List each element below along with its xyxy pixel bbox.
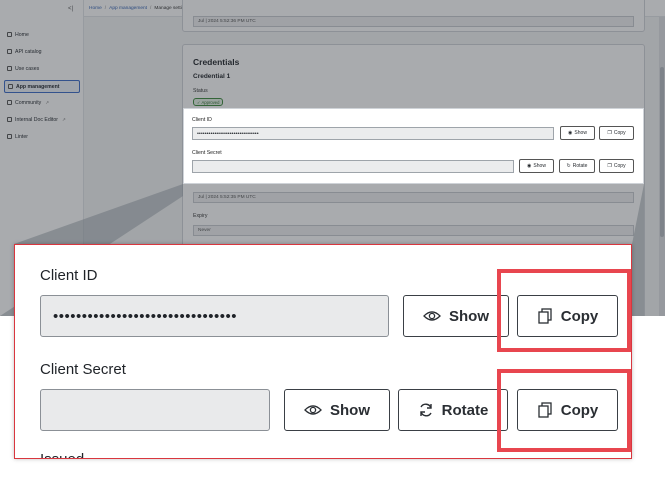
rotate-icon xyxy=(419,403,432,417)
client-secret-show-button[interactable]: Show xyxy=(284,389,390,431)
eye-icon xyxy=(423,311,441,321)
zoomed-credentials-panel: Client ID ••••••••••••••••••••••••••••••… xyxy=(14,244,632,459)
rotate-label: Rotate xyxy=(441,401,489,419)
copy-highlight-box xyxy=(497,269,631,352)
client-id-field[interactable]: •••••••••••••••••••••••••••••••• xyxy=(40,295,389,337)
client-id-show-button[interactable]: Show xyxy=(403,295,509,337)
client-secret-label: Client Secret xyxy=(40,361,126,378)
client-secret-rotate-button[interactable]: Rotate xyxy=(398,389,508,431)
show-label: Show xyxy=(449,307,489,325)
eye-icon xyxy=(304,405,322,415)
copy-highlight-box xyxy=(497,369,631,452)
show-label: Show xyxy=(330,401,370,419)
client-id-label: Client ID xyxy=(40,267,98,284)
issued-label-partial: Issued xyxy=(40,451,90,458)
client-secret-field[interactable] xyxy=(40,389,270,431)
